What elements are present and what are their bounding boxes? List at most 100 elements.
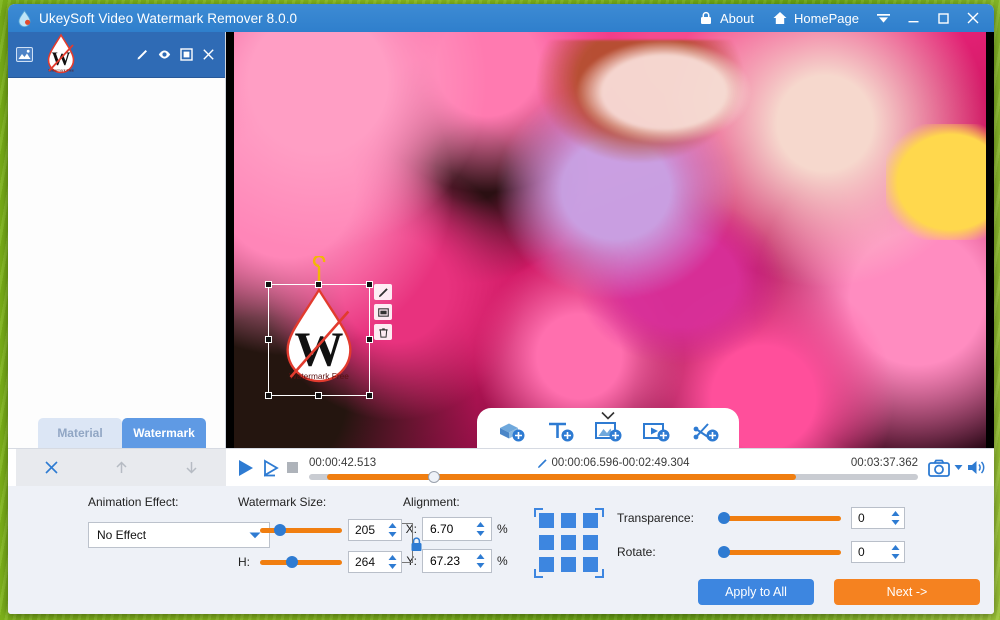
height-value: 264 xyxy=(349,555,375,569)
stepper-arrows-icon[interactable] xyxy=(475,553,486,569)
height-row: H: 264 xyxy=(238,551,402,573)
align-cell-center[interactable] xyxy=(561,535,576,550)
aspect-ratio-lock[interactable] xyxy=(402,517,403,573)
align-cell-bottom-center[interactable] xyxy=(561,557,576,572)
tab-watermark[interactable]: Watermark xyxy=(122,418,206,448)
align-cell-middle-left[interactable] xyxy=(539,535,554,550)
overlay-replace-button[interactable] xyxy=(374,304,392,320)
menu-button[interactable] xyxy=(868,4,898,32)
stop-icon xyxy=(286,461,299,474)
clip-order-controls xyxy=(16,449,226,486)
stepper-arrows-icon[interactable] xyxy=(387,522,398,538)
watermark-caption: Watermark Free xyxy=(289,371,349,381)
resize-handle[interactable] xyxy=(366,392,373,399)
stepper-arrows-icon[interactable] xyxy=(890,544,901,560)
watermark-letter: W xyxy=(295,321,344,376)
maximize-button[interactable] xyxy=(928,4,958,32)
resize-handle[interactable] xyxy=(315,392,322,399)
width-spinner[interactable]: 205 xyxy=(348,519,402,541)
timeline-handle[interactable] xyxy=(428,471,440,483)
transport-bar: 00:00:42.513 00:00:06.596-00:02:49.304 0… xyxy=(8,448,994,486)
watermark-list-item[interactable]: W Watermark Free xyxy=(8,32,225,78)
watermark-overlay[interactable]: W Watermark Free xyxy=(268,284,370,396)
action-buttons: Apply to All Next -> xyxy=(698,579,980,605)
video-yellow-object xyxy=(886,124,994,240)
align-cell-top-center[interactable] xyxy=(561,513,576,528)
add-shape-button[interactable] xyxy=(493,418,529,444)
align-cell-middle-right[interactable] xyxy=(583,535,598,550)
stepper-arrows-icon[interactable] xyxy=(387,554,398,570)
transparence-slider[interactable] xyxy=(719,516,841,521)
move-down-button[interactable] xyxy=(174,455,208,481)
add-element-toolbar xyxy=(477,408,739,448)
tab-material[interactable]: Material xyxy=(38,418,122,448)
pencil-icon[interactable] xyxy=(136,48,149,61)
watermark-list[interactable] xyxy=(8,78,225,448)
about-button[interactable]: About xyxy=(689,4,763,32)
slider-handle[interactable] xyxy=(286,556,298,568)
resize-handle[interactable] xyxy=(366,281,373,288)
slider-handle[interactable] xyxy=(718,512,730,524)
current-time: 00:00:42.513 xyxy=(309,457,376,469)
stop-button[interactable] xyxy=(286,461,299,474)
add-effect-button[interactable] xyxy=(687,418,723,444)
water-drop-logo-icon xyxy=(16,10,33,27)
timeline-labels: 00:00:42.513 00:00:06.596-00:02:49.304 0… xyxy=(309,456,918,471)
volume-button[interactable] xyxy=(967,459,986,476)
resize-handle[interactable] xyxy=(315,281,322,288)
next-button[interactable]: Next -> xyxy=(834,579,980,605)
add-shape-icon xyxy=(496,419,526,443)
chevron-down-icon[interactable] xyxy=(601,411,615,420)
add-video-button[interactable] xyxy=(638,418,674,444)
preview-tools xyxy=(924,459,986,477)
play-button[interactable] xyxy=(236,458,255,478)
resize-handle[interactable] xyxy=(265,336,272,343)
animation-effect-value: No Effect xyxy=(97,528,146,542)
move-up-button[interactable] xyxy=(104,455,138,481)
overlay-tools xyxy=(374,284,392,340)
timeline-track[interactable] xyxy=(309,474,918,480)
slider-handle[interactable] xyxy=(274,524,286,536)
align-y-input[interactable]: 67.23 xyxy=(422,549,492,573)
height-spinner[interactable]: 264 xyxy=(348,551,402,573)
snapshot-dropdown-button[interactable] xyxy=(954,464,963,471)
stepper-arrows-icon[interactable] xyxy=(890,510,901,526)
minimize-button[interactable] xyxy=(898,4,928,32)
rotate-spinner[interactable]: 0 xyxy=(851,541,905,563)
animation-effect-select[interactable]: No Effect xyxy=(88,522,270,548)
overlay-delete-button[interactable] xyxy=(374,324,392,340)
close-icon[interactable] xyxy=(202,48,215,61)
selection-box[interactable]: W Watermark Free xyxy=(268,284,370,396)
play-preview-button[interactable] xyxy=(261,458,280,478)
stepper-arrows-icon[interactable] xyxy=(475,521,486,537)
video-preview[interactable]: W Watermark Free xyxy=(226,32,994,448)
height-slider[interactable] xyxy=(260,560,342,565)
width-slider[interactable] xyxy=(260,528,342,533)
resize-handle[interactable] xyxy=(366,336,373,343)
watermark-droplet-icon: W Watermark Free xyxy=(41,33,81,77)
align-x-value: 6.70 xyxy=(423,522,453,536)
add-image-button[interactable] xyxy=(590,418,626,444)
eye-icon[interactable] xyxy=(158,48,171,61)
delete-clip-button[interactable] xyxy=(34,455,68,481)
snapshot-button[interactable] xyxy=(928,459,950,477)
add-text-button[interactable] xyxy=(542,418,578,444)
alignment-grid-icon[interactable] xyxy=(537,511,601,575)
transparence-spinner[interactable]: 0 xyxy=(851,507,905,529)
align-x-input[interactable]: 6.70 xyxy=(422,517,492,541)
animation-effect-label: Animation Effect: xyxy=(88,495,238,509)
picture-icon xyxy=(16,47,33,62)
slider-handle[interactable] xyxy=(718,546,730,558)
rotate-handle-icon[interactable] xyxy=(310,256,328,284)
trim-range-button[interactable]: 00:00:06.596-00:02:49.304 xyxy=(376,457,851,469)
rotate-value: 0 xyxy=(852,545,865,559)
resize-handle[interactable] xyxy=(265,392,272,399)
copy-icon[interactable] xyxy=(180,48,193,61)
rotate-slider[interactable] xyxy=(719,550,841,555)
homepage-button[interactable]: HomePage xyxy=(763,4,868,32)
resize-handle[interactable] xyxy=(265,281,272,288)
apply-to-all-button[interactable]: Apply to All xyxy=(698,579,814,605)
grid-corner xyxy=(534,569,543,578)
overlay-edit-button[interactable] xyxy=(374,284,392,300)
close-button[interactable] xyxy=(958,4,988,32)
